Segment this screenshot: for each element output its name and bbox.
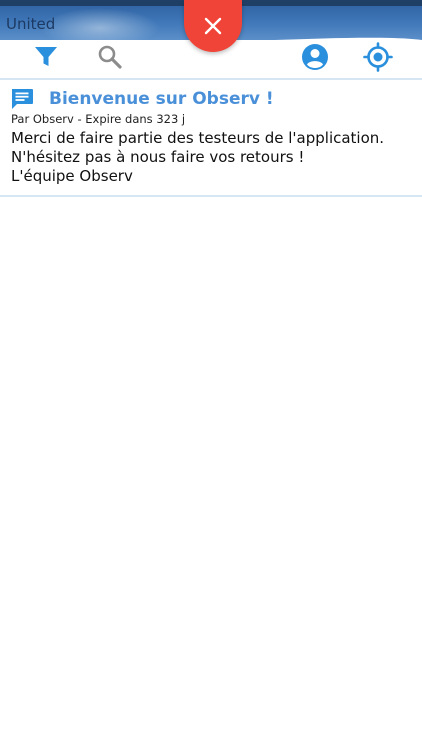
- locate-button[interactable]: [363, 42, 393, 72]
- message-body-line: N'hésitez pas à nous faire vos retours !: [11, 148, 305, 166]
- account-icon: [302, 44, 328, 70]
- locate-icon: [363, 42, 393, 72]
- message-body-line: Merci de faire partie des testeurs de l'…: [11, 129, 385, 147]
- message-card[interactable]: Bienvenue sur Observ ! Par Observ - Expi…: [0, 80, 422, 196]
- message-body-line: L'équipe Observ: [11, 167, 133, 185]
- message-icon: [12, 89, 33, 109]
- empty-list-area: [0, 197, 422, 750]
- app-screen: United Bienvenue sur Observ ! Par Observ…: [0, 0, 422, 750]
- filter-icon: [35, 47, 57, 66]
- search-icon: [98, 45, 122, 69]
- message-body: Merci de faire partie des testeurs de l'…: [11, 129, 384, 186]
- message-meta: Par Observ - Expire dans 323 j: [11, 112, 186, 126]
- message-title: Bienvenue sur Observ !: [49, 89, 274, 109]
- search-button[interactable]: [95, 42, 125, 72]
- account-button[interactable]: [300, 42, 330, 72]
- close-icon: [204, 17, 222, 35]
- filter-button[interactable]: [31, 42, 61, 72]
